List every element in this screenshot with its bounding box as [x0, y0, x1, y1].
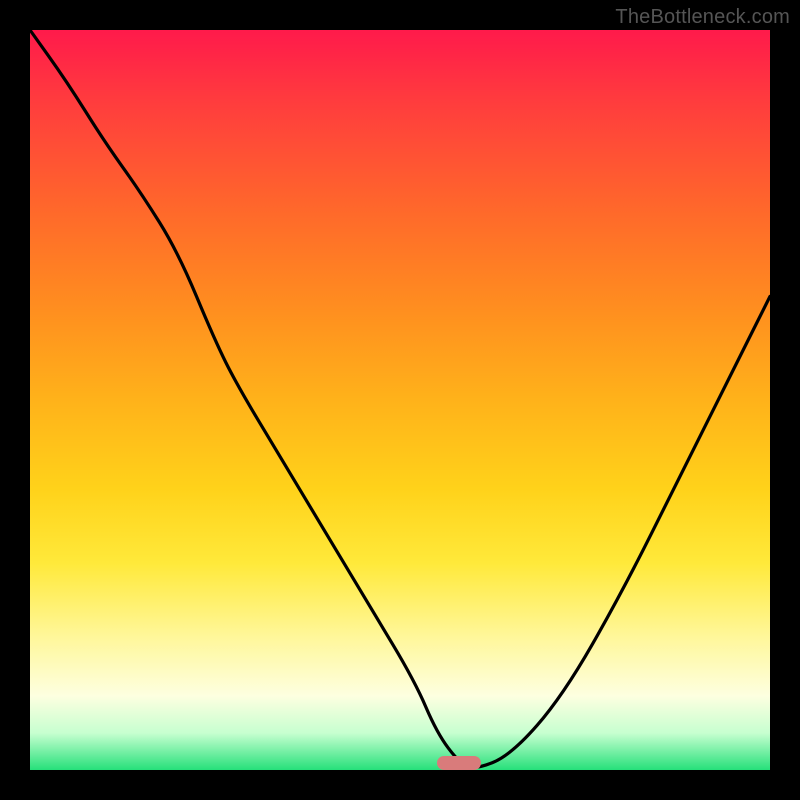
- chart-frame: TheBottleneck.com: [0, 0, 800, 800]
- plot-area: [30, 30, 770, 770]
- bottleneck-curve: [30, 30, 770, 770]
- optimum-marker: [437, 756, 481, 770]
- watermark-text: TheBottleneck.com: [615, 6, 790, 29]
